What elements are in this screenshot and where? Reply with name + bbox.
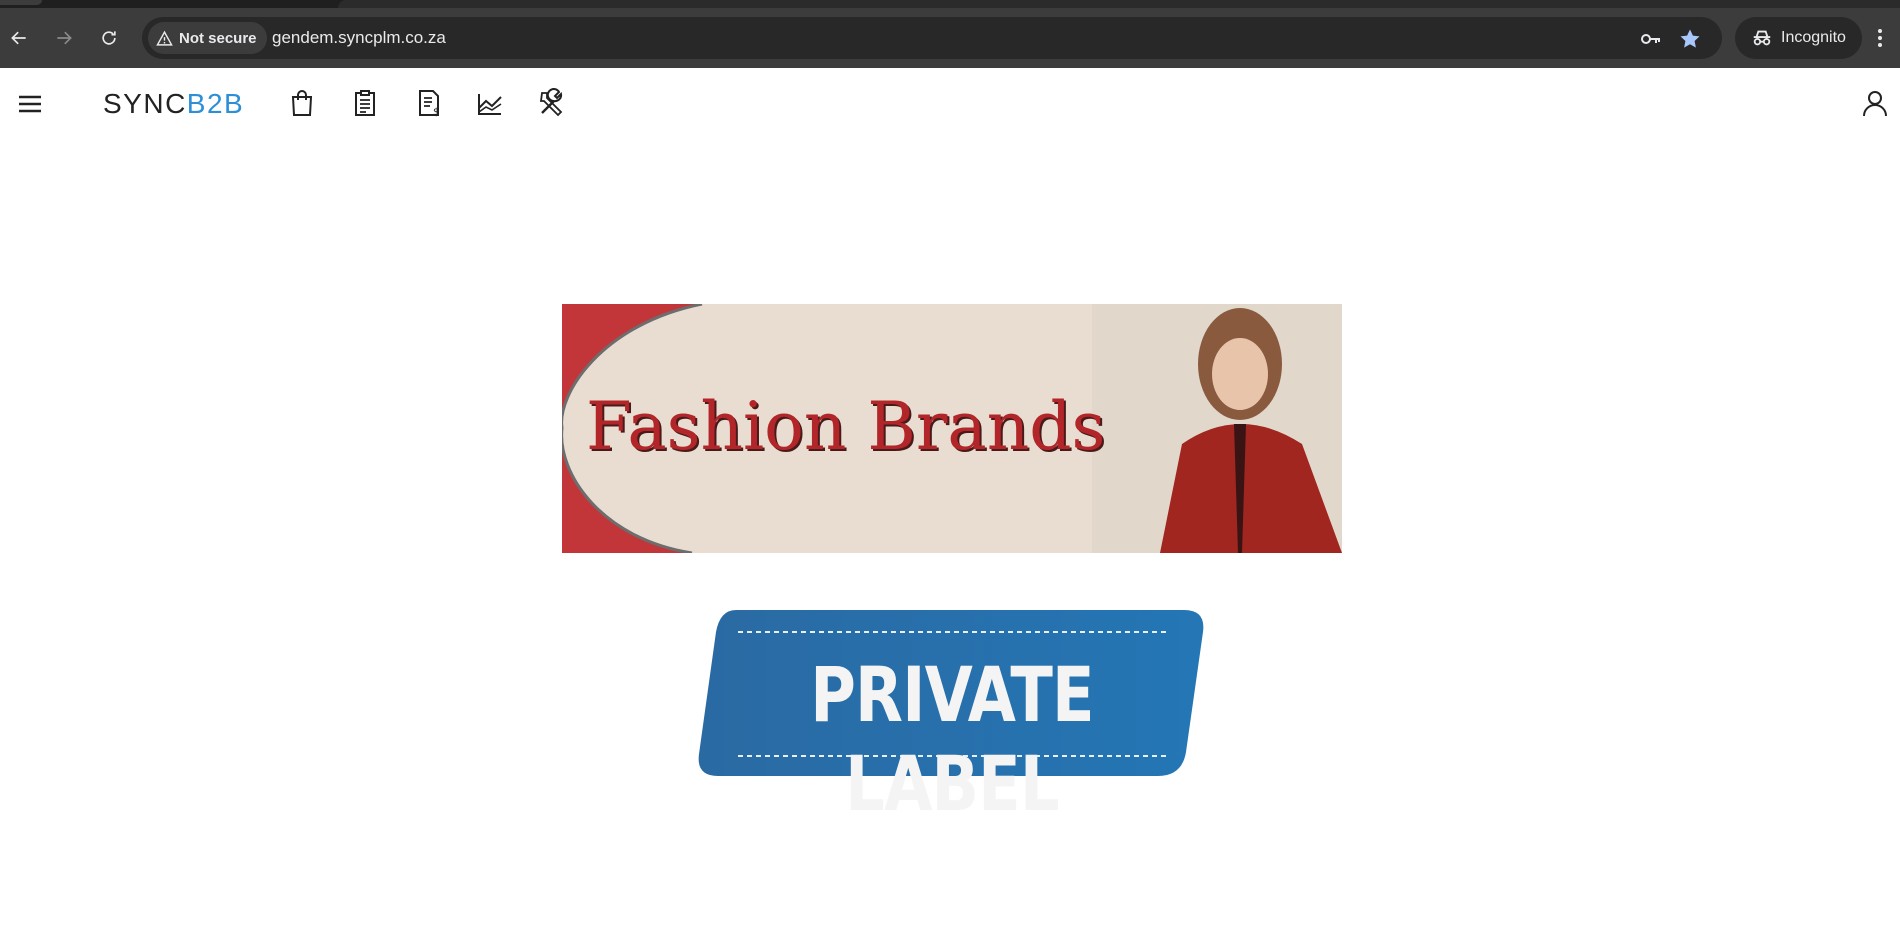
warning-triangle-icon [156,30,173,46]
logo-accent: B2B [186,88,245,119]
url-text[interactable]: gendem.syncplm.co.za [272,28,446,48]
shopping-bag-icon[interactable] [287,88,317,118]
clipboard-icon[interactable] [350,88,380,118]
tab-strip-background [338,0,1900,8]
private-label-banner[interactable]: PRIVATE LABEL [696,610,1208,828]
tab-strip [0,0,1900,8]
reload-icon [102,31,116,45]
browser-toolbar: Not secure gendem.syncplm.co.za Incognit… [0,8,1900,68]
app-header: SYNCB2B $ [0,68,1900,138]
hamburger-menu-icon[interactable] [16,90,44,118]
private-label-text: PRIVATE LABEL [810,650,1094,828]
logo[interactable]: SYNCB2B [103,88,244,120]
bookmark-star-icon[interactable] [1678,27,1702,51]
user-icon[interactable] [1860,88,1890,118]
more-menu-icon[interactable] [1868,26,1892,50]
invoice-icon[interactable]: $ [414,88,444,118]
logo-primary: SYNC [103,88,187,119]
security-label: Not secure [179,29,257,47]
incognito-icon [1753,30,1771,46]
forward-button[interactable] [47,21,81,55]
incognito-label: Incognito [1781,29,1846,46]
password-key-icon[interactable] [1639,27,1663,51]
svg-text:$: $ [433,107,439,118]
fashion-brands-banner[interactable]: Fashion Brands [562,304,1342,553]
address-bar[interactable]: Not secure gendem.syncplm.co.za [142,17,1722,59]
back-button[interactable] [2,21,36,55]
back-arrow-icon [11,31,26,45]
analytics-chart-icon[interactable] [475,88,505,118]
browser-chrome: Not secure gendem.syncplm.co.za Incognit… [0,0,1900,68]
tools-icon[interactable] [537,88,567,118]
incognito-indicator[interactable]: Incognito [1735,17,1862,59]
active-tab[interactable] [0,0,42,5]
fashion-brands-title: Fashion Brands [586,388,1106,465]
forward-arrow-icon [57,31,72,45]
security-indicator[interactable]: Not secure [148,22,267,54]
reload-button[interactable] [92,21,126,55]
